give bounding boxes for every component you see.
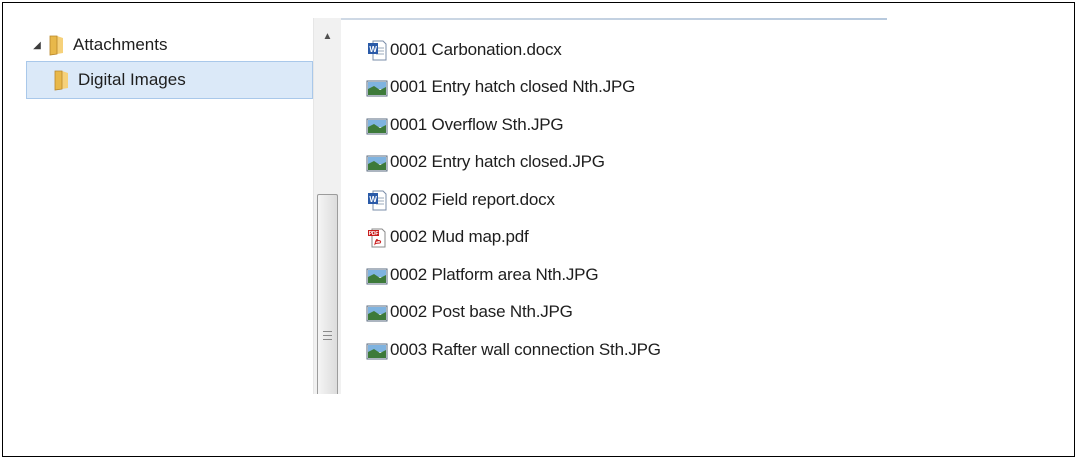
word-doc-icon: W [366,40,388,61]
folder-icon [48,35,65,56]
list-item[interactable]: W 0001 Carbonation.docx [366,35,846,65]
tree-item-attachments[interactable]: ◢ Attachments [22,26,314,64]
tree-item-label: Digital Images [78,70,186,89]
grip-icon [323,331,332,345]
file-name: 0002 Entry hatch closed.JPG [390,152,605,171]
file-name: 0002 Platform area Nth.JPG [390,265,599,284]
pdf-file-icon: PDF [366,227,388,248]
file-name: 0002 Post base Nth.JPG [390,302,573,321]
scroll-thumb[interactable] [317,194,338,394]
navigation-pane: ◢ Attachments Digital Images [22,18,340,394]
tree-item-digital-images[interactable]: Digital Images [26,61,313,99]
tree-item-label: Attachments [73,35,168,54]
list-item[interactable]: 0002 Entry hatch closed.JPG [366,147,846,177]
word-doc-icon: W [366,190,388,211]
file-name: 0002 Field report.docx [390,190,555,209]
list-item[interactable]: 0002 Platform area Nth.JPG [366,260,846,290]
file-name: 0001 Overflow Sth.JPG [390,115,564,134]
expand-arrow-icon[interactable]: ◢ [31,39,43,51]
image-file-icon [366,152,388,173]
file-name: 0001 Carbonation.docx [390,40,562,59]
file-name: 0003 Rafter wall connection Sth.JPG [390,340,661,359]
list-item[interactable]: 0002 Post base Nth.JPG [366,297,846,327]
file-list: W 0001 Carbonation.docx 0001 Entry hatch… [366,28,886,388]
svg-text:W: W [369,45,377,54]
image-file-icon [366,77,388,98]
file-name: 0001 Entry hatch closed Nth.JPG [390,77,636,96]
list-item[interactable]: PDF 0002 Mud map.pdf [366,222,846,252]
svg-text:PDF: PDF [369,231,379,237]
list-item[interactable]: W 0002 Field report.docx [366,185,846,215]
scroll-up-arrow-icon[interactable]: ▲ [314,18,341,54]
image-file-icon [366,302,388,323]
image-file-icon [366,340,388,361]
file-name: 0002 Mud map.pdf [390,227,529,246]
folder-icon [53,70,70,91]
list-item[interactable]: 0001 Entry hatch closed Nth.JPG [366,72,846,102]
svg-text:W: W [369,195,377,204]
list-item[interactable]: 0003 Rafter wall connection Sth.JPG [366,335,846,365]
column-header-divider [341,18,887,20]
image-file-icon [366,265,388,286]
nav-scrollbar[interactable]: ▲ [313,18,341,394]
image-file-icon [366,115,388,136]
list-item[interactable]: 0001 Overflow Sth.JPG [366,110,846,140]
